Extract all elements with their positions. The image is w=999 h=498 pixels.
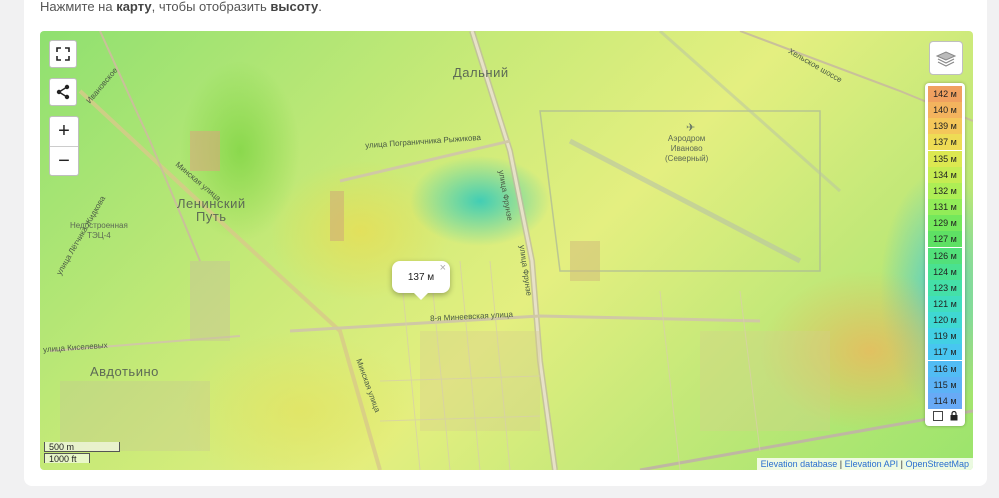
openstreetmap-link[interactable]: OpenStreetMap (905, 459, 969, 469)
legend-item: 135 м (928, 150, 962, 167)
legend-item: 115 м (928, 376, 962, 393)
legend-item: 131 м (928, 199, 962, 216)
zoom-out-button[interactable]: − (50, 147, 78, 176)
popup-value: 137 м (407, 271, 435, 283)
legend-item: 114 м (928, 392, 962, 409)
hint-prefix: Нажмите на (40, 0, 117, 14)
legend-lock-row (929, 409, 961, 423)
elevation-map[interactable]: Дальний Ленинский Путь Авдотьино Недостр… (40, 31, 973, 470)
layers-icon (935, 51, 957, 67)
legend-item: 137 м (928, 134, 962, 151)
scale-bar: 500 m 1000 ft (44, 442, 120, 464)
lock-icon (950, 411, 957, 421)
map-roads (49, 31, 973, 470)
elevation-popup: 137 м × (392, 261, 450, 300)
place-label: Дальний (453, 65, 509, 80)
zoom-control: + − (49, 116, 79, 176)
legend-item: 127 м (928, 231, 962, 248)
place-label: Ленинский Путь (177, 196, 246, 224)
elevation-api-link[interactable]: Elevation API (845, 459, 899, 469)
place-label: Авдотьино (90, 364, 159, 379)
legend-item: 116 м (928, 360, 962, 377)
layers-button[interactable] (929, 41, 963, 75)
attribution-separator: | (837, 459, 845, 469)
legend-lock-checkbox[interactable] (932, 411, 943, 421)
legend-item: 121 м (928, 295, 962, 312)
legend-item: 134 м (928, 166, 962, 183)
legend-item: 139 м (928, 118, 962, 135)
scale-metric: 500 m (44, 442, 120, 452)
share-button[interactable] (49, 78, 77, 106)
fullscreen-icon (56, 47, 70, 61)
scale-imperial: 1000 ft (44, 453, 90, 464)
legend-item: 120 м (928, 312, 962, 329)
legend-item: 140 м (928, 102, 962, 119)
hint-map-word: карту (116, 0, 152, 14)
legend-item: 119 м (928, 328, 962, 345)
instruction-text: Нажмите на карту, чтобы отобразить высот… (40, 0, 322, 14)
zoom-in-button[interactable]: + (50, 117, 78, 147)
legend-item: 124 м (928, 263, 962, 280)
hint-height-word: высоту (270, 0, 319, 14)
popup-close-button[interactable]: × (440, 262, 446, 274)
legend-item: 129 м (928, 215, 962, 232)
map-attribution: Elevation database | Elevation API | Ope… (756, 458, 973, 470)
fullscreen-button[interactable] (49, 40, 77, 68)
elevation-legend: 114 м 115 м 116 м 117 м 119 м 120 м 121 м 123 м… (925, 83, 965, 426)
legend-item: 123 м (928, 279, 962, 296)
airport-icon: ✈ (686, 122, 696, 134)
hint-suffix: . (318, 0, 322, 14)
legend-item: 126 м (928, 247, 962, 264)
elevation-database-link[interactable]: Elevation database (761, 459, 838, 469)
legend-item: 117 м (928, 344, 962, 361)
share-icon (56, 84, 70, 100)
place-label: Аэродром Иваново (Северный) (665, 134, 709, 163)
hint-middle: , чтобы отобразить (151, 0, 271, 14)
legend-item: 132 м (928, 182, 962, 199)
legend-item: 142 м (928, 86, 962, 102)
